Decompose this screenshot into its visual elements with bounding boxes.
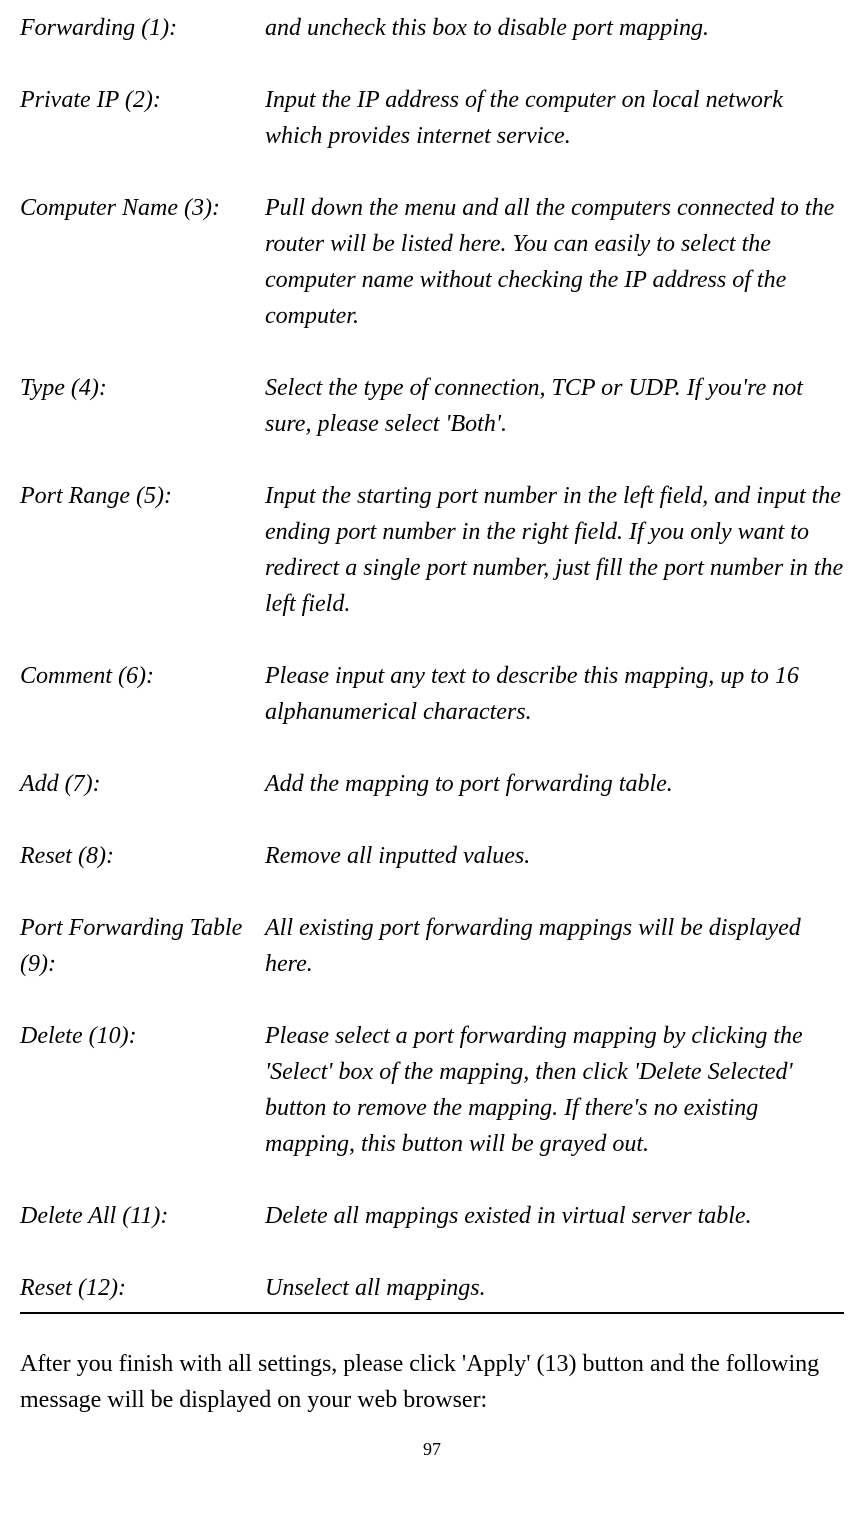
definition-label: Delete All (11): (20, 1198, 265, 1234)
definition-description: Input the IP address of the computer on … (265, 82, 844, 154)
definition-label: Forwarding (1): (20, 10, 265, 46)
definition-label: Port Range (5): (20, 478, 265, 622)
definition-label: Type (4): (20, 370, 265, 442)
definition-row: Port Forwarding Table (9):All existing p… (20, 910, 844, 982)
definition-description: Select the type of connection, TCP or UD… (265, 370, 844, 442)
definition-row: Delete All (11):Delete all mappings exis… (20, 1198, 844, 1234)
definition-description: All existing port forwarding mappings wi… (265, 910, 844, 982)
definition-description: Input the starting port number in the le… (265, 478, 844, 622)
horizontal-divider (20, 1312, 844, 1314)
definition-label: Add (7): (20, 766, 265, 802)
definition-row: Type (4):Select the type of connection, … (20, 370, 844, 442)
definition-row: Add (7):Add the mapping to port forwardi… (20, 766, 844, 802)
definition-description: Add the mapping to port forwarding table… (265, 766, 844, 802)
definition-row: Reset (8):Remove all inputted values. (20, 838, 844, 874)
definition-label: Private IP (2): (20, 82, 265, 154)
definition-row: Delete (10):Please select a port forward… (20, 1018, 844, 1162)
definition-description: Remove all inputted values. (265, 838, 844, 874)
definition-label: Reset (8): (20, 838, 265, 874)
definition-description: and uncheck this box to disable port map… (265, 10, 844, 46)
page-number: 97 (20, 1436, 844, 1463)
definition-row: Computer Name (3):Pull down the menu and… (20, 190, 844, 334)
definition-label: Comment (6): (20, 658, 265, 730)
definition-label: Reset (12): (20, 1270, 265, 1306)
definition-row: Port Range (5):Input the starting port n… (20, 478, 844, 622)
definitions-list: Forwarding (1):and uncheck this box to d… (20, 10, 844, 1306)
definition-description: Unselect all mappings. (265, 1270, 844, 1306)
definition-row: Forwarding (1):and uncheck this box to d… (20, 10, 844, 46)
definition-label: Port Forwarding Table (9): (20, 910, 265, 982)
definition-row: Comment (6):Please input any text to des… (20, 658, 844, 730)
definition-label: Computer Name (3): (20, 190, 265, 334)
definition-description: Pull down the menu and all the computers… (265, 190, 844, 334)
definition-row: Private IP (2):Input the IP address of t… (20, 82, 844, 154)
footer-paragraph: After you finish with all settings, plea… (20, 1346, 844, 1418)
definition-description: Please select a port forwarding mapping … (265, 1018, 844, 1162)
definition-description: Please input any text to describe this m… (265, 658, 844, 730)
definition-description: Delete all mappings existed in virtual s… (265, 1198, 844, 1234)
definition-row: Reset (12):Unselect all mappings. (20, 1270, 844, 1306)
definition-label: Delete (10): (20, 1018, 265, 1162)
